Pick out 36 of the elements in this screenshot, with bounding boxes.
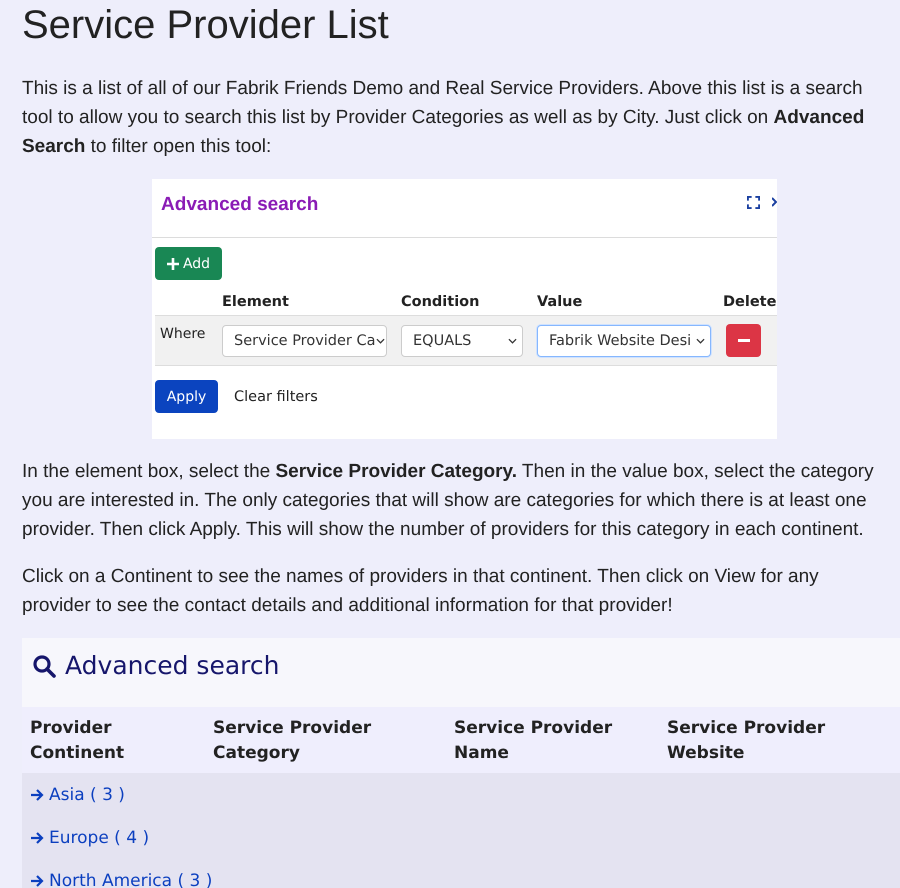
column-header: Service Provider Website	[667, 717, 826, 765]
paragraph: Click on a Continent to see the names of providers in that continent. Then click on View for any provider to see the contact details and additional information for that provider!	[22, 565, 820, 618]
add-button[interactable]: Add	[155, 247, 222, 280]
panel-title: Advanced search	[65, 651, 280, 680]
where-label: Where	[159, 326, 206, 342]
minus-icon	[738, 339, 750, 342]
intro-paragraph: This is a list of all of our Fabrik Friends Demo and Real Service Providers. Above this list is a search tool to allow you to search this list by Provider Categories as well as by City. Just click on Advanced Search to filter open this tool:	[22, 77, 866, 159]
page-title: Service Provider List	[22, 2, 390, 47]
chevron-icon	[696, 338, 705, 344]
continent-link[interactable]: Asia ( 3 )	[30, 784, 125, 804]
dropdown[interactable]: Fabrik Website Desi	[537, 324, 711, 356]
column-header: Value	[537, 294, 584, 312]
continent-link[interactable]: North America ( 3 )	[30, 870, 212, 888]
continent-link[interactable]: Europe ( 4 )	[30, 828, 150, 848]
clear-filters-button[interactable]: Clear filters	[234, 388, 318, 404]
dropdown[interactable]: Service Provider Ca	[222, 324, 387, 356]
column-header: Condition	[401, 294, 480, 312]
delete-button[interactable]	[726, 324, 761, 357]
dropdown[interactable]: EQUALS	[401, 324, 523, 356]
arrow-icon	[30, 830, 44, 844]
chevron-icon	[376, 338, 385, 344]
plus-icon	[166, 258, 179, 270]
close-icon[interactable]	[772, 196, 777, 208]
chevron-icon	[508, 338, 517, 344]
search-icon	[32, 654, 56, 678]
arrow-icon	[30, 788, 44, 802]
column-header: Element	[222, 294, 290, 312]
column-header: Delete	[723, 294, 777, 312]
column-header: Service Provider Category	[213, 717, 372, 765]
column-header: Provider Continent	[30, 717, 126, 765]
panel-title: Advanced search	[161, 194, 318, 216]
apply-button[interactable]: Apply	[155, 380, 218, 413]
column-header: Service Provider Name	[454, 717, 614, 765]
paragraph: In the element box, select the Service Provider Category. Then in the value box, select the category you are interested in. The only categories that will show are categories for which there is at least one provider. Then click Apply. This will show the number of providers for this category in each continent.	[22, 460, 875, 542]
arrow-icon	[30, 874, 44, 888]
expand-icon[interactable]	[747, 196, 760, 208]
